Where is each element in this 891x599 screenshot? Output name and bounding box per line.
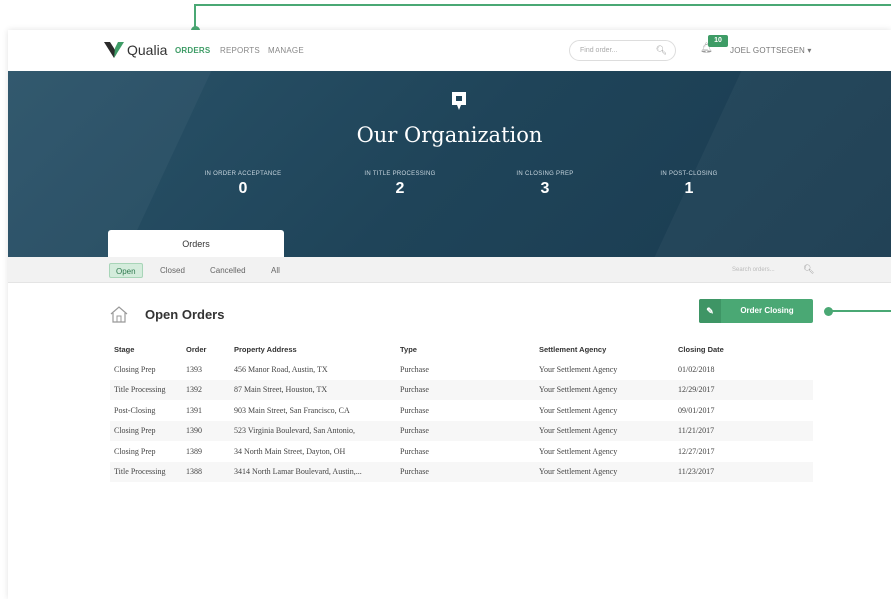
cell-order: 1392 — [186, 385, 202, 395]
table-row[interactable]: Post-Closing 1391 903 Main Street, San F… — [110, 400, 813, 421]
organization-title: Our Organization — [356, 123, 543, 147]
cell-stage: Post-Closing — [114, 405, 156, 415]
cell-stage: Title Processing — [114, 467, 166, 477]
column-header-order[interactable]: Order — [182, 339, 230, 359]
cell-type: Purchase — [400, 426, 429, 436]
callout-line-top-horizontal — [194, 4, 891, 6]
filter-open[interactable]: Open — [109, 263, 143, 278]
cell-order: 1393 — [186, 364, 202, 374]
table-row[interactable]: Closing Prep 1389 34 North Main Street, … — [110, 441, 813, 462]
cell-agency: Your Settlement Agency — [539, 446, 618, 456]
stat-label: IN ORDER ACCEPTANCE — [204, 171, 282, 177]
brand-name: Qualia — [127, 42, 168, 58]
cell-order: 1390 — [186, 426, 202, 436]
stat-value: 2 — [395, 180, 405, 197]
table-row[interactable]: Title Processing 1392 87 Main Street, Ho… — [110, 379, 813, 400]
brand-logo[interactable]: Qualia — [104, 41, 167, 59]
stat-closing-prep[interactable]: IN CLOSING PREP 3 — [470, 171, 620, 198]
cell-closing-date: 01/02/2018 — [678, 364, 715, 374]
cell-closing-date: 12/27/2017 — [678, 446, 715, 456]
callout-line-right — [829, 310, 891, 312]
column-header-settlement-agency[interactable]: Settlement Agency — [535, 339, 674, 359]
qualia-logo-icon — [104, 42, 124, 58]
stat-title-processing[interactable]: IN TITLE PROCESSING 2 — [325, 171, 475, 198]
cell-address: 523 Virginia Boulevard, San Antonio, — [234, 426, 355, 436]
cell-closing-date: 09/01/2017 — [678, 405, 715, 415]
column-header-closing-date[interactable]: Closing Date — [674, 339, 813, 359]
order-closing-button[interactable]: ✎ Order Closing — [699, 299, 813, 323]
column-header-stage[interactable]: Stage — [110, 339, 182, 359]
order-closing-label: Order Closing — [740, 306, 794, 315]
nav-manage[interactable]: MANAGE — [268, 46, 304, 55]
app-window: Qualia ORDERS REPORTS MANAGE Find order.… — [8, 30, 891, 599]
column-header-property-address[interactable]: Property Address — [230, 339, 396, 359]
cell-type: Purchase — [400, 405, 429, 415]
cell-address: 3414 North Lamar Boulevard, Austin,... — [234, 467, 362, 477]
cell-agency: Your Settlement Agency — [539, 364, 618, 374]
top-nav: Qualia ORDERS REPORTS MANAGE Find order.… — [8, 30, 891, 71]
section-title: Open Orders — [145, 307, 225, 322]
callout-line-top-vertical — [194, 4, 196, 28]
cell-agency: Your Settlement Agency — [539, 467, 618, 477]
table-row[interactable]: Title Processing 1388 3414 North Lamar B… — [110, 461, 813, 482]
hero-decor-shape — [654, 71, 891, 257]
cell-stage: Closing Prep — [114, 446, 156, 456]
order-search-input[interactable]: Find order... 🔍︎ — [569, 40, 676, 61]
nav-orders[interactable]: ORDERS — [175, 46, 210, 55]
cell-closing-date: 11/21/2017 — [678, 426, 715, 436]
stat-label: IN CLOSING PREP — [516, 171, 574, 177]
search-icon[interactable]: 🔍︎ — [656, 45, 667, 56]
tab-orders[interactable]: Orders — [108, 230, 284, 257]
stat-label: IN POST-CLOSING — [660, 171, 718, 177]
stat-post-closing[interactable]: IN POST-CLOSING 1 — [614, 171, 764, 198]
filter-all[interactable]: All — [265, 263, 286, 278]
cell-address: 456 Manor Road, Austin, TX — [234, 364, 328, 374]
nav-reports[interactable]: REPORTS — [220, 46, 260, 55]
home-icon — [110, 306, 128, 323]
cell-type: Purchase — [400, 467, 429, 477]
cell-agency: Your Settlement Agency — [539, 405, 618, 415]
filter-closed[interactable]: Closed — [154, 263, 191, 278]
orders-table: Stage Order Property Address Type Settle… — [110, 339, 813, 482]
cell-stage: Closing Prep — [114, 364, 156, 374]
stat-value: 3 — [540, 180, 550, 197]
notification-badge: 10 — [708, 35, 728, 47]
cell-stage: Title Processing — [114, 385, 166, 395]
stat-order-acceptance[interactable]: IN ORDER ACCEPTANCE 0 — [168, 171, 318, 198]
table-row[interactable]: Closing Prep 1393 456 Manor Road, Austin… — [110, 359, 813, 380]
orders-search-input[interactable]: Search orders... — [732, 267, 775, 273]
stat-label: IN TITLE PROCESSING — [364, 171, 436, 177]
cell-order: 1389 — [186, 446, 202, 456]
order-filter-bar: Open Closed Cancelled All Search orders.… — [8, 257, 891, 283]
column-header-type[interactable]: Type — [396, 339, 535, 359]
cell-agency: Your Settlement Agency — [539, 426, 618, 436]
cell-agency: Your Settlement Agency — [539, 385, 618, 395]
filter-cancelled[interactable]: Cancelled — [204, 263, 252, 278]
cell-address: 34 North Main Street, Dayton, OH — [234, 446, 346, 456]
organization-hero: Our Organization IN ORDER ACCEPTANCE 0 I… — [8, 71, 891, 257]
user-menu[interactable]: JOEL GOTTSEGEN ▾ — [730, 46, 812, 55]
table-header-row: Stage Order Property Address Type Settle… — [110, 339, 813, 359]
organization-icon — [452, 92, 466, 110]
cell-type: Purchase — [400, 364, 429, 374]
cell-stage: Closing Prep — [114, 426, 156, 436]
cell-order: 1388 — [186, 467, 202, 477]
search-icon[interactable]: 🔍︎ — [803, 264, 814, 275]
stat-value: 1 — [684, 180, 694, 197]
table-row[interactable]: Closing Prep 1390 523 Virginia Boulevard… — [110, 420, 813, 441]
cell-closing-date: 12/29/2017 — [678, 385, 715, 395]
cell-address: 903 Main Street, San Francisco, CA — [234, 405, 350, 415]
pen-icon: ✎ — [699, 299, 721, 323]
cell-type: Purchase — [400, 446, 429, 456]
cell-address: 87 Main Street, Houston, TX — [234, 385, 328, 395]
cell-type: Purchase — [400, 385, 429, 395]
cell-order: 1391 — [186, 405, 202, 415]
cell-closing-date: 11/23/2017 — [678, 467, 715, 477]
order-search-placeholder: Find order... — [580, 47, 618, 54]
stat-value: 0 — [238, 180, 248, 197]
